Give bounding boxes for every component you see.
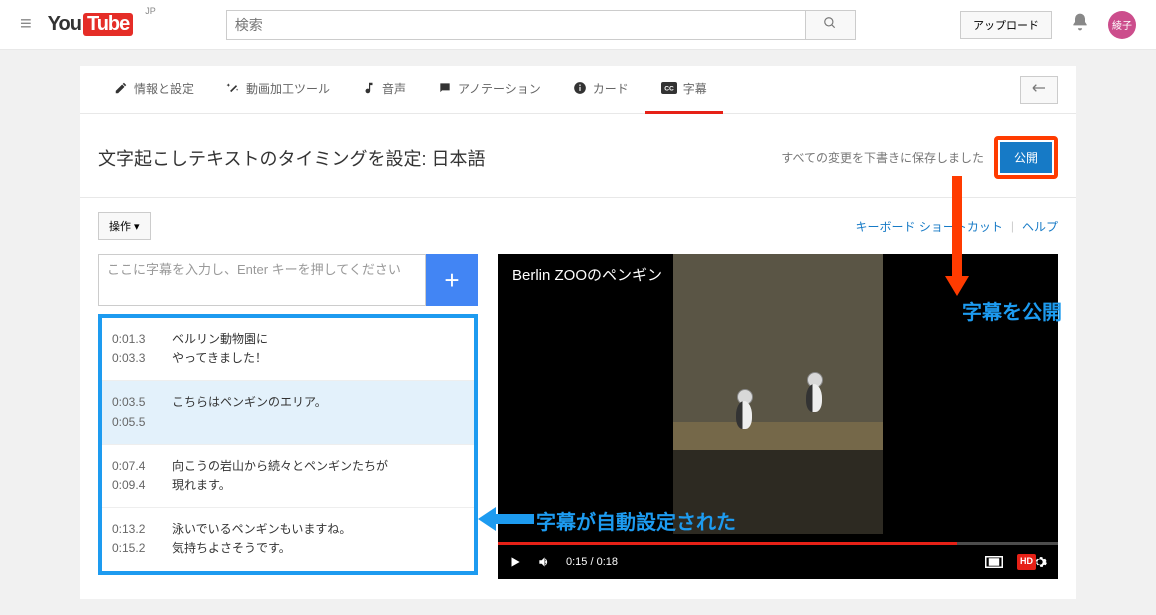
subtitle-start: 0:07.4 [112, 457, 172, 476]
subtitle-text: こちらはペンギンのエリア。 [172, 393, 464, 431]
penguin-graphic [803, 372, 825, 417]
subtitle-start: 0:01.3 [112, 330, 172, 349]
editor-row: + 0:01.3 0:03.3 ベルリン動物園に やってきました！ 0:03.5… [80, 254, 1076, 579]
subtitle-item[interactable]: 0:07.4 0:09.4 向こうの岩山から続々とペンギンたちが 現れます。 [102, 445, 474, 508]
logo-tube: Tube [83, 13, 133, 36]
theater-icon[interactable] [985, 556, 1003, 568]
subtitle-times: 0:01.3 0:03.3 [112, 330, 172, 368]
settings-icon[interactable]: HD [1017, 554, 1048, 570]
add-subtitle-button[interactable]: + [426, 254, 478, 306]
wand-icon [226, 81, 240, 95]
logo-you: You [48, 13, 81, 36]
topbar: ≡ You Tube JP アップロード 綾子 [0, 0, 1156, 50]
tabs-bar: 情報と設定 動画加工ツール 音声 アノテーション カード CC 字幕 [80, 66, 1076, 114]
controls-right: HD [985, 554, 1048, 570]
search-icon [823, 16, 837, 33]
subtitle-list: 0:01.3 0:03.3 ベルリン動物園に やってきました！ 0:03.5 0… [98, 314, 478, 575]
toolbar-row: 操作 ▾ キーボード ショートカット | ヘルプ [80, 198, 1076, 254]
main-panel: 情報と設定 動画加工ツール 音声 アノテーション カード CC 字幕 文字起こし… [80, 66, 1076, 599]
penguin-graphic [733, 389, 755, 434]
tab-info-label: 情報と設定 [134, 80, 194, 97]
divider: | [1011, 219, 1014, 233]
search-form [226, 10, 856, 40]
tab-cards[interactable]: カード [557, 66, 645, 114]
subtitle-item[interactable]: 0:13.2 0:15.2 泳いでいるペンギンもいますね。 気持ちよさそうです。 [102, 508, 474, 570]
help-link[interactable]: ヘルプ [1022, 218, 1058, 235]
subtitle-start: 0:13.2 [112, 520, 172, 539]
subtitle-times: 0:03.5 0:05.5 [112, 393, 172, 431]
video-overlay-title: Berlin ZOOのペンギン [512, 264, 662, 285]
subtitle-item[interactable]: 0:03.5 0:05.5 こちらはペンギンのエリア。 [102, 381, 474, 444]
subtitle-times: 0:13.2 0:15.2 [112, 520, 172, 558]
tab-audio[interactable]: 音声 [346, 66, 422, 114]
upload-button[interactable]: アップロード [960, 11, 1052, 39]
subtitle-start: 0:03.5 [112, 393, 172, 412]
tab-subtitles-label: 字幕 [683, 80, 707, 97]
tab-subtitles[interactable]: CC 字幕 [645, 66, 723, 114]
subtitle-text: ベルリン動物園に やってきました！ [172, 330, 464, 368]
tab-annotations[interactable]: アノテーション [422, 66, 557, 114]
topbar-right: アップロード 綾子 [960, 11, 1136, 39]
subtitle-end: 0:05.5 [112, 413, 172, 432]
publish-highlight: 公開 [994, 136, 1058, 179]
tab-enhance-label: 動画加工ツール [246, 80, 330, 97]
play-icon[interactable] [508, 555, 522, 569]
tab-info[interactable]: 情報と設定 [98, 66, 210, 114]
subtitle-item[interactable]: 0:01.3 0:03.3 ベルリン動物園に やってきました！ [102, 318, 474, 381]
video-player[interactable]: Berlin ZOOのペンギン 0:15 / 0:18 HD [498, 254, 1058, 579]
subtitle-text: 向こうの岩山から続々とペンギンたちが 現れます。 [172, 457, 464, 495]
tab-cards-label: カード [593, 80, 629, 97]
save-status: すべての変更を下書きに保存しました [781, 149, 984, 166]
shortcut-link[interactable]: キーボード ショートカット [856, 218, 1003, 235]
region-label: JP [145, 6, 156, 16]
search-button[interactable] [806, 10, 856, 40]
subtitle-times: 0:07.4 0:09.4 [112, 457, 172, 495]
back-button[interactable] [1020, 76, 1058, 104]
subtitle-input-row: + [98, 254, 478, 306]
plus-icon: + [444, 265, 459, 295]
youtube-logo[interactable]: You Tube [48, 13, 134, 36]
volume-icon[interactable] [536, 555, 552, 569]
info-icon [573, 81, 587, 95]
publish-button[interactable]: 公開 [1000, 142, 1052, 173]
video-controls: 0:15 / 0:18 HD [498, 545, 1058, 579]
subtitle-end: 0:09.4 [112, 476, 172, 495]
title-row: 文字起こしテキストのタイミングを設定: 日本語 すべての変更を下書きに保存しまし… [80, 114, 1076, 198]
svg-text:CC: CC [664, 86, 674, 93]
video-frame [673, 254, 883, 534]
subtitle-input[interactable] [98, 254, 426, 306]
actions-button[interactable]: 操作 ▾ [98, 212, 151, 240]
cc-icon: CC [661, 82, 677, 94]
video-panel: Berlin ZOOのペンギン 0:15 / 0:18 HD [498, 254, 1058, 579]
pencil-icon [114, 81, 128, 95]
subtitle-editor: + 0:01.3 0:03.3 ベルリン動物園に やってきました！ 0:03.5… [98, 254, 478, 579]
avatar[interactable]: 綾子 [1108, 11, 1136, 39]
back-arrow-icon [1031, 82, 1047, 97]
time-display: 0:15 / 0:18 [566, 556, 618, 568]
tab-audio-label: 音声 [382, 80, 406, 97]
bell-icon[interactable] [1070, 12, 1090, 38]
music-icon [362, 81, 376, 95]
subtitle-end: 0:15.2 [112, 539, 172, 558]
tab-enhance[interactable]: 動画加工ツール [210, 66, 346, 114]
subtitle-end: 0:03.3 [112, 349, 172, 368]
subtitle-text: 泳いでいるペンギンもいますね。 気持ちよさそうです。 [172, 520, 464, 558]
comment-icon [438, 81, 452, 95]
tab-annotations-label: アノテーション [458, 80, 541, 97]
menu-icon[interactable]: ≡ [20, 13, 32, 36]
search-input[interactable] [226, 10, 806, 40]
page-title: 文字起こしテキストのタイミングを設定: 日本語 [98, 145, 485, 171]
